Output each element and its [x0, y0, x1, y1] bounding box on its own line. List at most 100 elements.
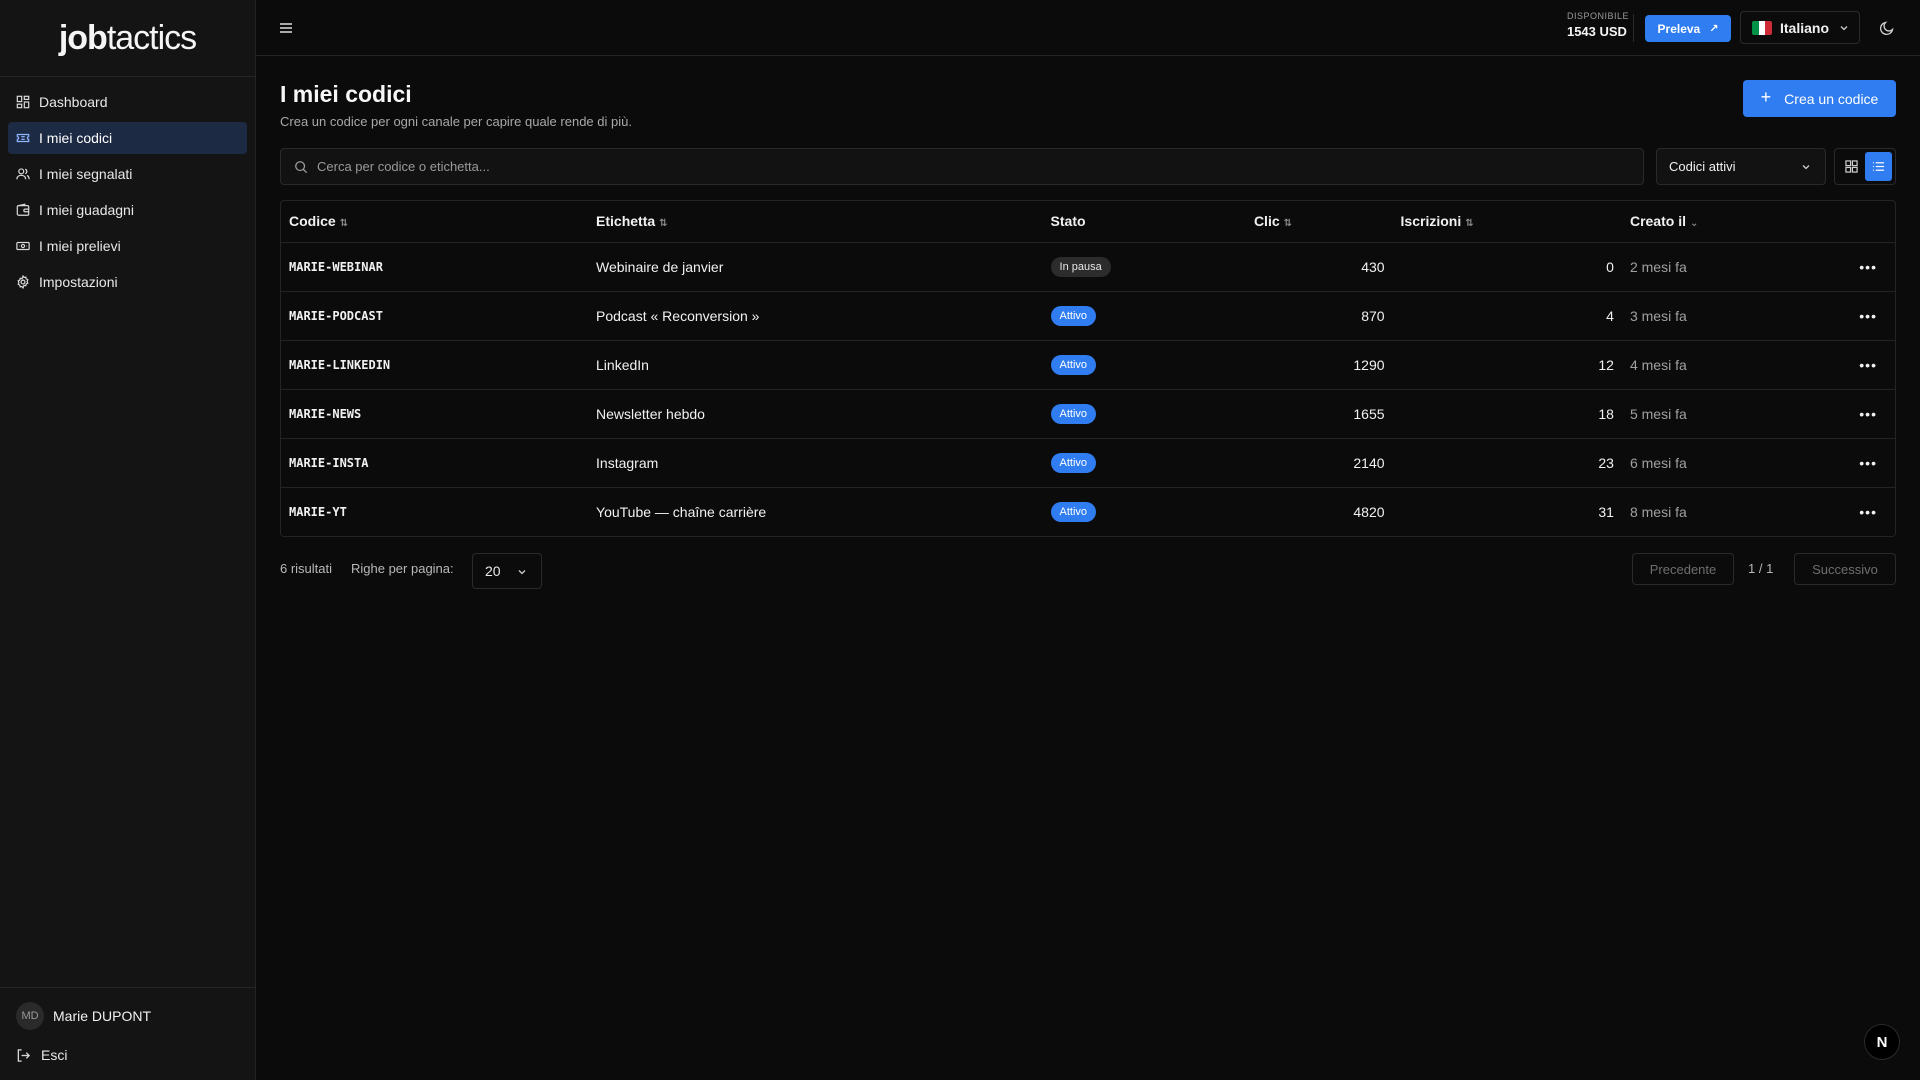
column-header-label: Creato il — [1629, 213, 1686, 230]
status-cell: Attivo — [1042, 291, 1246, 341]
view-toggle — [1834, 148, 1896, 185]
sort-icon: ⇅ — [659, 218, 668, 230]
label-cell: Newsletter hebdo — [588, 389, 1043, 439]
sidebar-item-codes[interactable]: I miei codici — [8, 122, 247, 154]
search-icon — [295, 160, 308, 173]
search-input[interactable] — [317, 159, 1617, 174]
logo[interactable]: job tactics — [0, 0, 255, 77]
column-header-label-col[interactable]: Etichetta ⇅ — [588, 201, 1043, 243]
signups-cell: 31 — [1598, 503, 1614, 520]
code-cell: MARIE-PODCAST — [281, 291, 589, 341]
chevron-down-icon — [1802, 165, 1810, 170]
more-actions-icon[interactable]: ••• — [1851, 389, 1895, 439]
more-actions-icon[interactable]: ••• — [1851, 340, 1895, 390]
sidebar-item-label: I miei guadagni — [39, 202, 134, 218]
table-row[interactable]: MARIE-YT YouTube — chaîne carrière Attiv… — [281, 487, 1895, 536]
table-row[interactable]: MARIE-LINKEDIN LinkedIn Attivo 1290 12 4… — [281, 340, 1895, 390]
more-actions-icon[interactable]: ••• — [1851, 291, 1895, 341]
table-header-row: Codice ⇅ Etichetta ⇅ Stato Clic ⇅ Iscrizion… — [281, 201, 1895, 243]
created-cell: 2 mesi fa — [1621, 242, 1852, 292]
list-view-button[interactable] — [1865, 152, 1892, 181]
rows-per-page-select[interactable]: 20 — [472, 553, 542, 589]
label-cell: LinkedIn — [588, 340, 1043, 390]
column-header-created[interactable]: Creato il ⌄ — [1621, 201, 1852, 243]
sidebar-item-label: I miei prelievi — [39, 238, 121, 254]
status-cell: In pausa — [1042, 242, 1246, 292]
label-cell: Webinaire de janvier — [588, 242, 1043, 292]
withdraw-button[interactable]: Preleva ↗ — [1645, 15, 1731, 42]
signups-cell: 18 — [1392, 389, 1622, 439]
created-cell: 8 mesi fa — [1629, 503, 1687, 520]
signups-cell: 12 — [1392, 340, 1622, 390]
grid-icon — [1845, 160, 1858, 173]
more-actions-icon[interactable]: ••• — [1851, 487, 1895, 536]
signups-cell: 23 — [1392, 438, 1622, 488]
sidebar-item-settings[interactable]: Impostazioni — [8, 266, 247, 298]
create-code-button[interactable]: + Crea un codice — [1743, 80, 1896, 117]
status-filter-select[interactable]: Codici attivi — [1656, 148, 1826, 185]
sidebar: job tactics Dashboard I miei codici I mie… — [0, 0, 256, 1080]
grid-view-button[interactable] — [1838, 152, 1865, 181]
floating-badge[interactable]: N — [1864, 1024, 1900, 1060]
sidebar-item-dashboard[interactable]: Dashboard — [8, 86, 247, 118]
page-title: I miei codici — [280, 81, 412, 107]
rows-per-page-value: 20 — [485, 563, 501, 579]
user-name: Marie DUPONT — [53, 1008, 152, 1024]
external-arrow-icon: ↗ — [1709, 23, 1719, 35]
sort-icon: ⇅ — [1465, 218, 1474, 230]
sort-icon: ⇅ — [339, 218, 349, 230]
status-badge: Attivo — [1050, 501, 1097, 522]
column-header-code[interactable]: Codice ⇅ — [281, 201, 589, 243]
language-select[interactable]: Italiano — [1740, 11, 1860, 44]
withdraw-label: Preleva — [1657, 21, 1701, 36]
table-row[interactable]: MARIE-WEBINAR Webinaire de janvier In pa… — [281, 242, 1895, 292]
plus-icon: + — [1760, 87, 1772, 107]
more-actions-icon[interactable]: ••• — [1851, 438, 1895, 488]
results-count: 6 risultati — [280, 561, 333, 576]
table-row[interactable]: MARIE-INSTA Instagram Attivo 2140 23 6 m… — [281, 438, 1895, 488]
logout-button[interactable]: Esci — [16, 1042, 240, 1068]
sort-icon: ⇅ — [1283, 218, 1293, 230]
topbar: DISPONIBILE 1543 USD Preleva ↗ Italiano — [256, 0, 1920, 56]
column-header-label: Etichetta — [596, 213, 656, 230]
column-header-actions — [1851, 201, 1895, 243]
next-page-button[interactable]: Successivo — [1794, 553, 1896, 585]
balance-value: 1543 USD — [1566, 24, 1627, 39]
clicks-cell: 2140 — [1245, 438, 1393, 488]
sidebar-item-label: Dashboard — [39, 94, 108, 110]
sidebar-item-referrals[interactable]: I miei segnalati — [8, 158, 247, 190]
status-filter-value: Codici attivi — [1669, 159, 1736, 174]
page-indicator: 1 / 1 — [1748, 561, 1774, 576]
more-actions-icon[interactable]: ••• — [1851, 242, 1895, 292]
code-cell: MARIE-YT — [289, 504, 347, 519]
list-icon — [1872, 162, 1885, 171]
column-header-label: Codice — [289, 213, 336, 230]
table-row[interactable]: MARIE-NEWS Newsletter hebdo Attivo 1655 … — [281, 389, 1895, 439]
sidebar-item-earnings[interactable]: I miei guadagni — [8, 194, 247, 226]
column-header-clicks[interactable]: Clic ⇅ — [1245, 201, 1393, 243]
status-badge: Attivo — [1050, 354, 1097, 375]
page-subtitle: Crea un codice per ogni canale per capir… — [280, 114, 632, 129]
clicks-cell: 870 — [1245, 291, 1393, 341]
status-badge: Attivo — [1050, 305, 1097, 326]
gear-icon — [16, 275, 30, 289]
label-cell: Podcast « Reconversion » — [588, 291, 1043, 341]
create-code-label: Crea un codice — [1784, 90, 1879, 107]
column-header-status: Stato — [1042, 201, 1246, 243]
status-badge: In pausa — [1050, 256, 1111, 277]
chevron-down-icon — [518, 570, 526, 575]
code-cell: MARIE-INSTA — [281, 438, 589, 488]
user-profile[interactable]: MD Marie DUPONT — [16, 1000, 240, 1032]
table-row[interactable]: MARIE-PODCAST Podcast « Reconversion » A… — [281, 291, 1895, 341]
users-icon — [16, 167, 30, 181]
column-header-signups[interactable]: Iscrizioni ⇅ — [1392, 201, 1622, 243]
sidebar-item-label: I miei codici — [39, 130, 113, 146]
sidebar-item-label: I miei segnalati — [39, 166, 133, 182]
previous-page-button[interactable]: Precedente — [1632, 553, 1734, 585]
sidebar-item-label: Impostazioni — [39, 274, 118, 290]
moon-icon[interactable] — [1879, 20, 1895, 36]
menu-icon[interactable] — [278, 20, 294, 36]
status-cell: Attivo — [1042, 389, 1246, 439]
sidebar-footer: MD Marie DUPONT Esci — [0, 987, 256, 1080]
sidebar-item-withdrawals[interactable]: I miei prelievi — [8, 230, 247, 262]
